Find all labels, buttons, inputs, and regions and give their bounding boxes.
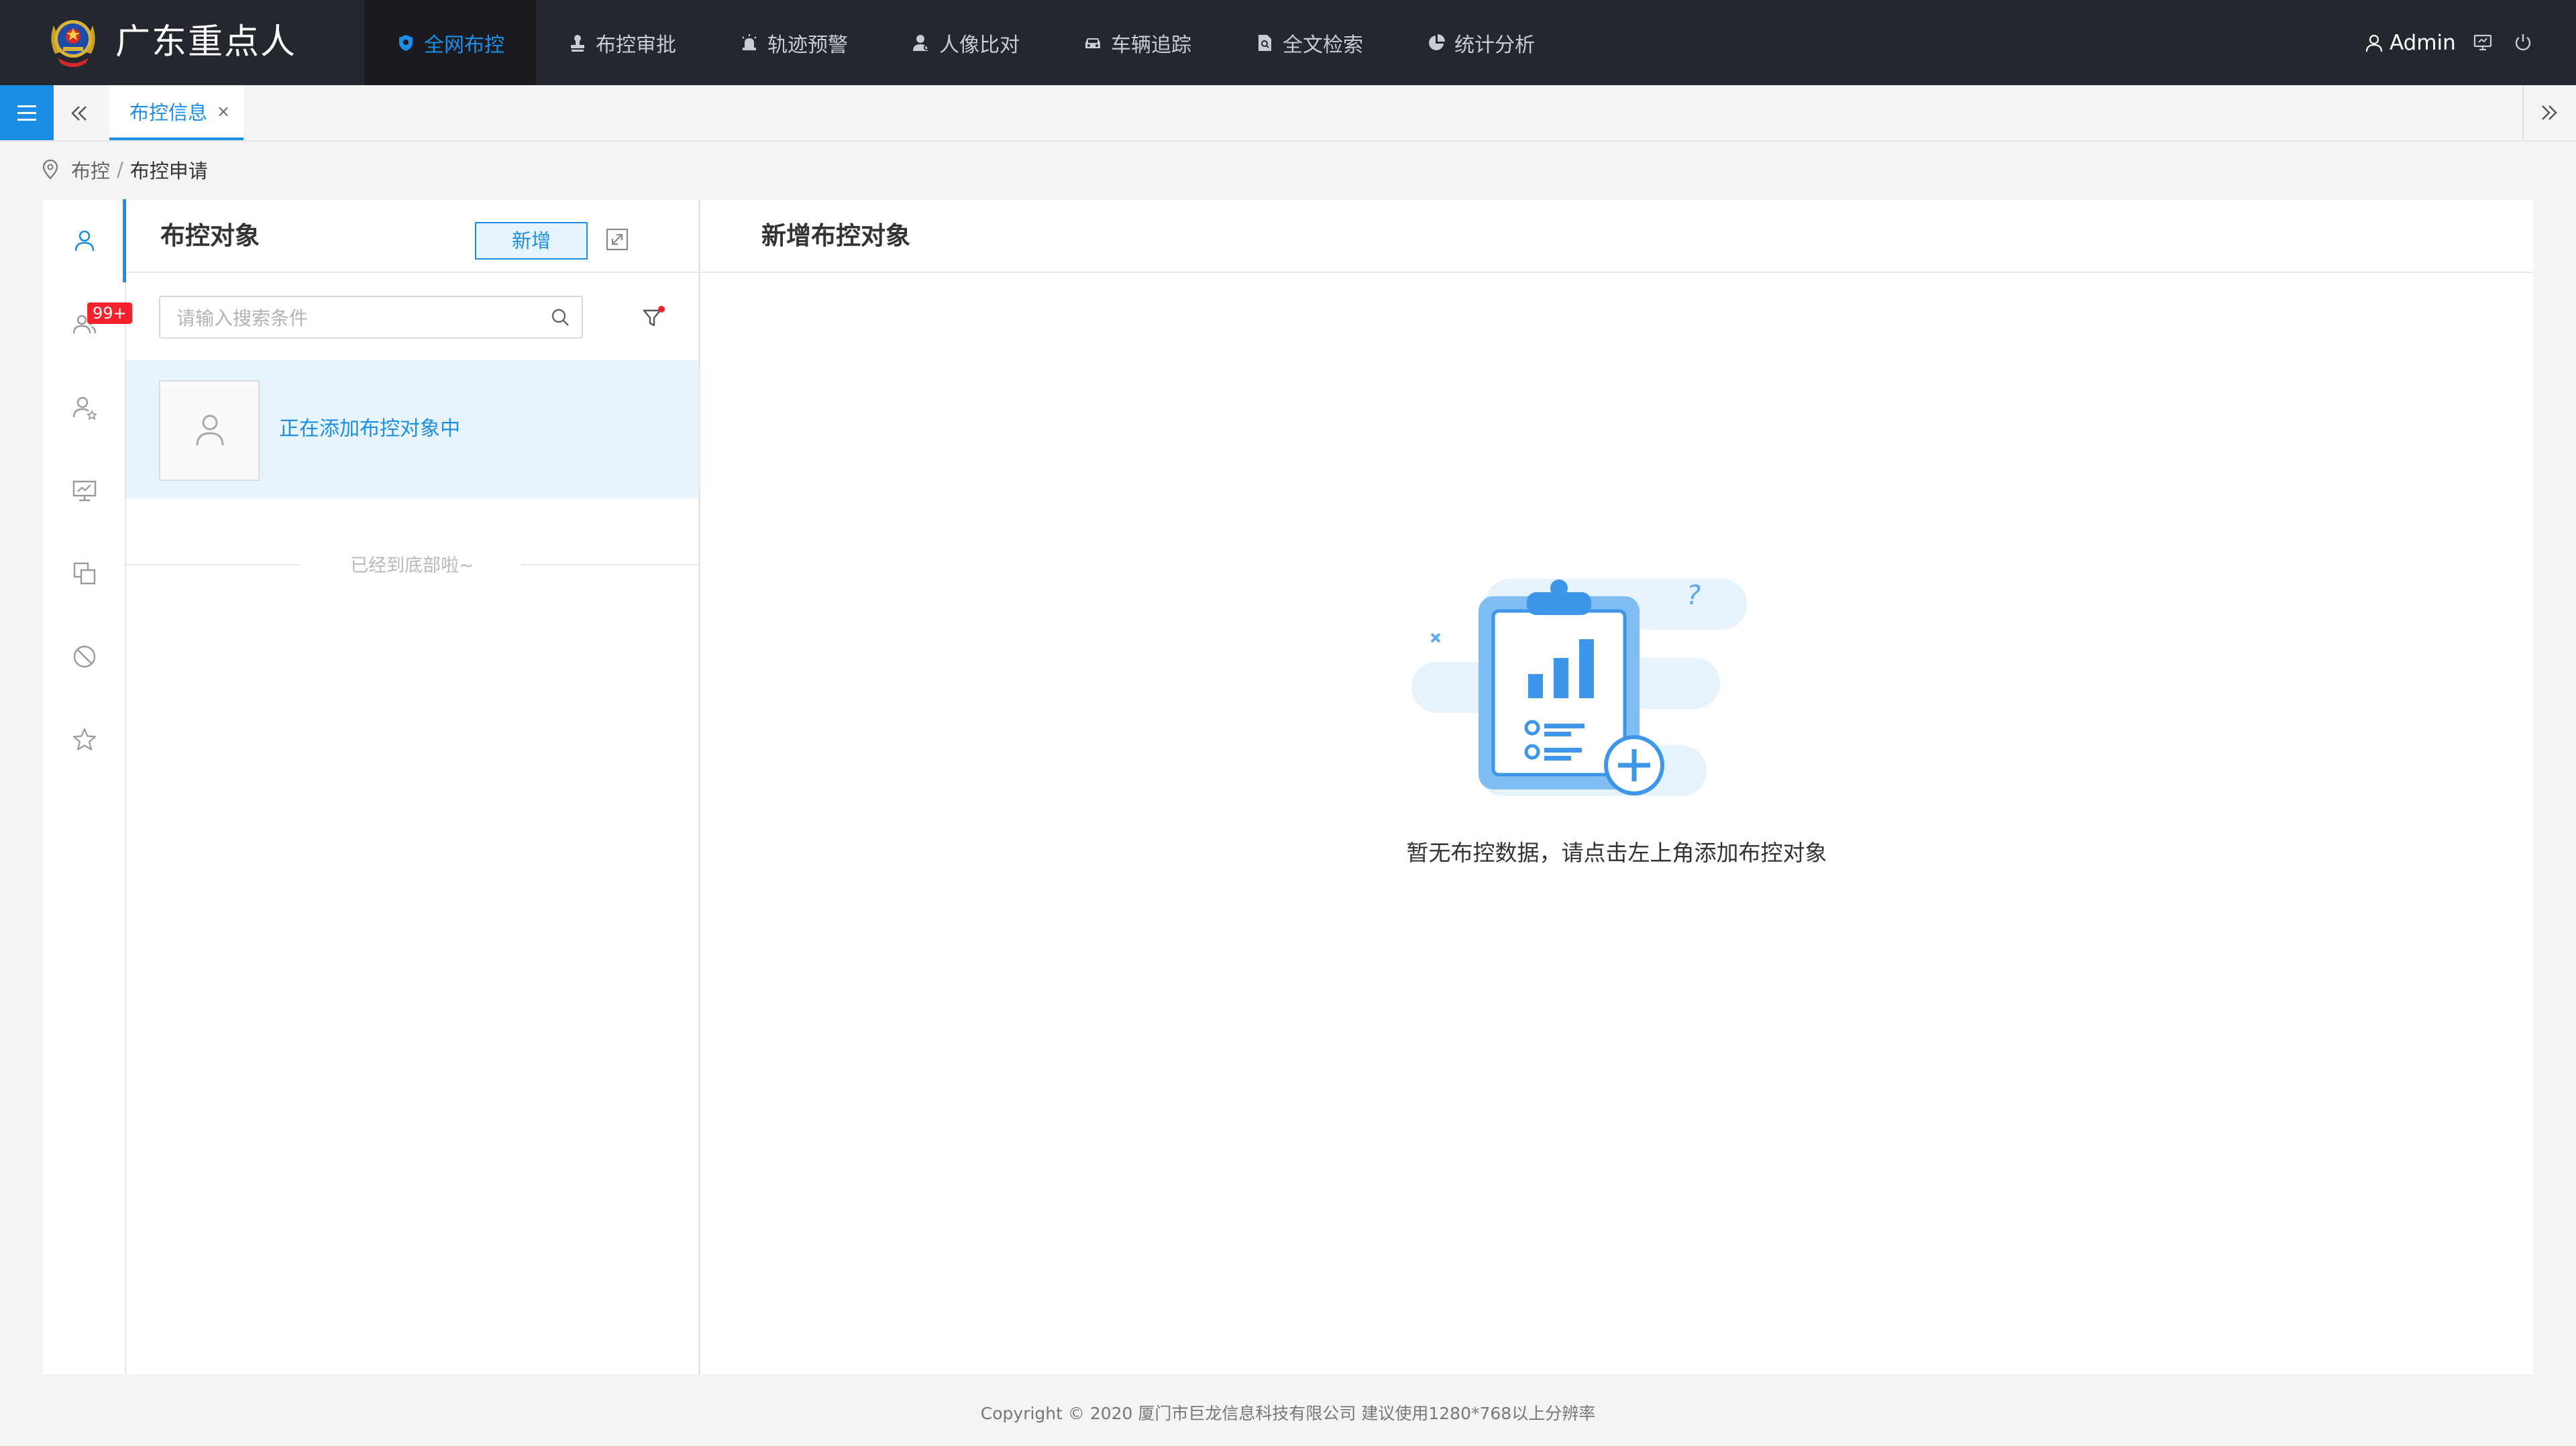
search-icon[interactable] — [549, 307, 571, 328]
object-list-panel: 布控对象 新增 正在添加布控对象中 已经到底部啦~ — [126, 199, 700, 1374]
person-icon — [196, 414, 224, 446]
nav-item-track-alert[interactable]: 轨迹预警 — [708, 0, 879, 85]
nav-item-label: 布控审批 — [596, 33, 676, 57]
car-icon — [1085, 38, 1100, 48]
list-item-label: 正在添加布控对象中 — [279, 417, 460, 441]
detail-header: 新增布控对象 — [700, 199, 2533, 273]
nav-item-fulltext-search[interactable]: 全文检索 — [1223, 0, 1395, 85]
nav-item-vehicle-track[interactable]: 车辆追踪 — [1051, 0, 1223, 85]
user-icon — [2365, 34, 2383, 52]
star-icon — [72, 728, 97, 750]
nav-item-face-compare[interactable]: 人像比对 — [879, 0, 1051, 85]
avatar-placeholder — [159, 380, 260, 481]
power-icon[interactable] — [2513, 32, 2533, 52]
location-pin-icon — [42, 160, 58, 180]
list-item[interactable]: 正在添加布控对象中 — [126, 360, 698, 498]
nav-item-label: 车辆追踪 — [1111, 33, 1191, 57]
nav-item-approval[interactable]: 布控审批 — [536, 0, 708, 85]
scroll-tabs-right-icon — [2542, 105, 2557, 120]
add-button[interactable]: 新增 — [475, 222, 588, 260]
breadcrumb: 布控 / 布控申请 — [42, 156, 208, 183]
stamp-icon — [571, 34, 584, 52]
search-box — [159, 296, 583, 339]
empty-state-text: 暂无布控数据，请点击左上角添加布控对象 — [1406, 840, 1827, 866]
detail-title: 新增布控对象 — [761, 221, 910, 250]
breadcrumb-separator: / — [117, 158, 123, 181]
end-of-list-text: 已经到底部啦~ — [350, 555, 474, 576]
person-star-icon — [72, 396, 97, 421]
nav-item-network-control[interactable]: 全网布控 — [364, 0, 536, 85]
monitor-chart-icon — [72, 480, 97, 502]
nav-item-label: 轨迹预警 — [767, 33, 848, 57]
police-emblem-logo — [51, 20, 95, 67]
person-icon — [74, 230, 95, 252]
copy-icon — [73, 562, 96, 585]
main-nav: 全网布控 布控审批 轨迹预警 人像比对 车辆追踪 全文检索 统计分析 — [364, 0, 1566, 85]
list-panel-header: 布控对象 新增 — [126, 199, 698, 273]
pie-chart-icon — [1429, 34, 1445, 50]
scroll-tabs-left-icon[interactable] — [67, 101, 91, 125]
rail-item-person-star[interactable] — [43, 366, 126, 449]
tab-strip: 布控信息 × — [0, 85, 2576, 142]
nav-item-label: 全网布控 — [424, 33, 504, 57]
user-menu[interactable]: Admin — [2365, 0, 2456, 85]
rail-item-monitor[interactable] — [43, 449, 126, 532]
tab-close-icon[interactable]: × — [217, 102, 230, 121]
rail-item-person[interactable] — [43, 199, 126, 282]
nav-item-label: 全文检索 — [1283, 33, 1363, 57]
rail-item-group[interactable] — [43, 282, 126, 366]
empty-clipboard-illustration: ? — [1411, 579, 1747, 796]
nav-item-label: 人像比对 — [939, 33, 1020, 57]
alarm-icon — [742, 34, 757, 50]
nav-item-statistics[interactable]: 统计分析 — [1395, 0, 1566, 85]
user-name: Admin — [2390, 30, 2456, 55]
main-card: 99+ 布控对象 新增 请输入搜索条件 正在添加布控对象中 已经到底部啦~ 新增… — [43, 199, 2533, 1374]
footer-copyright: Copyright © 2020 厦门市巨龙信息科技有限公司 建议使用1280*… — [980, 1404, 1596, 1423]
detail-panel: 新增布控对象 ? 暂无布控数据，请点击左上角添加布控对象 — [700, 199, 2533, 1374]
filter-icon[interactable] — [641, 305, 665, 329]
tab-control-info[interactable]: 布控信息 × — [109, 85, 244, 140]
nav-item-label: 统计分析 — [1454, 33, 1535, 57]
breadcrumb-current: 布控申请 — [129, 160, 208, 182]
rail-item-ban[interactable] — [43, 615, 126, 698]
svg-text:?: ? — [1686, 580, 1701, 611]
notification-badge: 99+ — [87, 302, 132, 324]
ban-icon — [73, 645, 96, 668]
doc-search-icon — [1258, 34, 1271, 51]
rail-item-star[interactable] — [43, 698, 126, 781]
screen-icon[interactable] — [2473, 32, 2493, 52]
menu-toggle-button[interactable] — [0, 85, 54, 140]
person-icon — [913, 34, 929, 51]
top-navigation-bar: 广东重点人 全网布控 布控审批 轨迹预警 人像比对 车辆追踪 全文检索 统计分析 — [0, 0, 2576, 85]
app-title: 广东重点人 — [115, 22, 297, 62]
tab-label: 布控信息 — [129, 101, 208, 124]
scroll-tabs-right-button[interactable] — [2522, 85, 2576, 140]
search-input[interactable] — [160, 297, 553, 339]
breadcrumb-root[interactable]: 布控 — [71, 156, 110, 184]
hamburger-icon — [17, 105, 36, 121]
rail-item-copy[interactable] — [43, 532, 126, 615]
list-panel-title: 布控对象 — [160, 221, 260, 250]
shield-icon — [399, 34, 413, 51]
icon-rail: 99+ — [43, 199, 132, 1374]
expand-icon[interactable] — [605, 227, 629, 252]
